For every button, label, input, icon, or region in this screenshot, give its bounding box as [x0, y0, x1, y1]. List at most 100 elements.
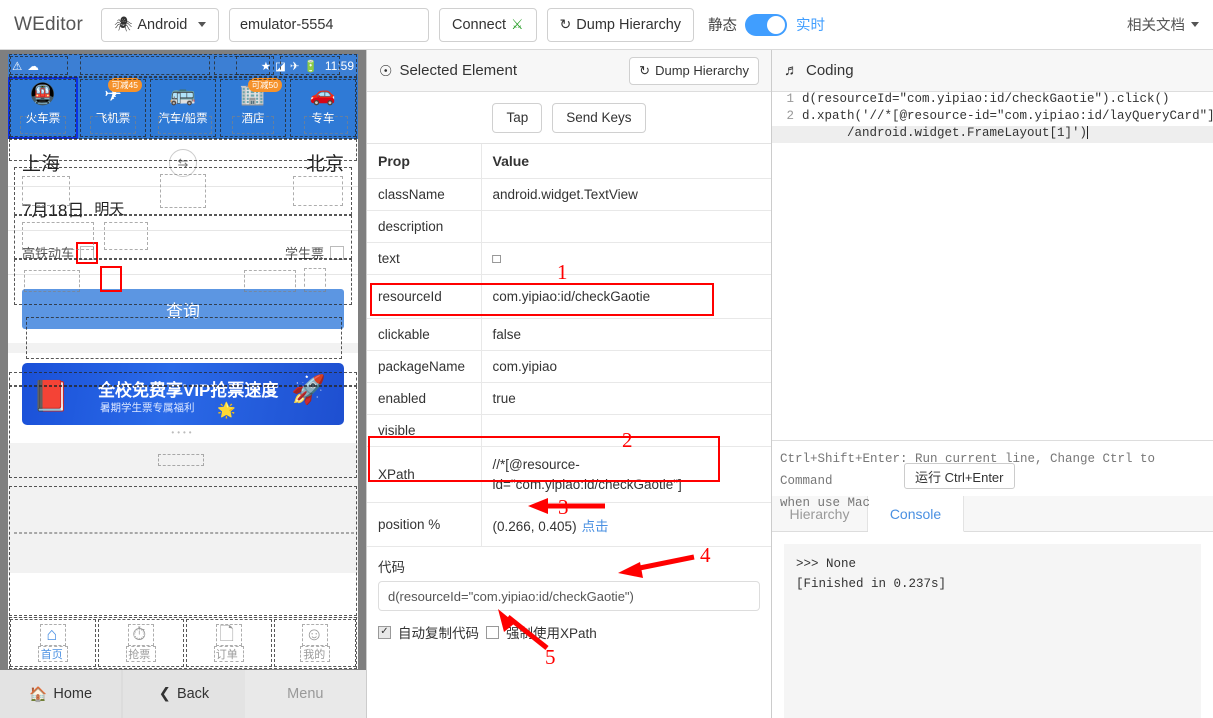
editor-line[interactable]: 2 d.xpath('//*[@resource-id="com.yipiao:… [772, 109, 1213, 126]
ad-subtitle: 暑期学生票专属福利 [100, 402, 195, 414]
gaotie-checkbox[interactable] [76, 241, 99, 264]
option-student[interactable]: 学生票 [285, 243, 344, 262]
table-row[interactable]: text □ [367, 242, 771, 275]
back-button[interactable]: ❮ Back [123, 670, 244, 718]
book-icon: 📕 [32, 380, 70, 413]
table-row[interactable]: enabled true [367, 382, 771, 415]
table-row[interactable]: description [367, 210, 771, 243]
console-line: [Finished in 0.237s] [796, 577, 947, 591]
option-gaotie-label: 高铁动车 [22, 246, 75, 261]
dump-hierarchy-label: Dump Hierarchy [576, 16, 682, 33]
home-button[interactable]: 🏠 Home [0, 670, 121, 718]
force-xpath-label: 强制使用XPath [506, 626, 597, 642]
line-text: d.xpath('//*[@resource-id="com.yipiao:id… [802, 109, 1213, 123]
ad-banner[interactable]: 📕 全校免费享VIP抢票速度 暑期学生票专属福利 🌟 🚀 [22, 363, 344, 425]
tab-label: 首页 [40, 649, 63, 661]
editor-line[interactable]: 1 d(resourceId="com.yipiao:id/checkGaoti… [772, 92, 1213, 109]
col-value: Value [481, 144, 771, 179]
table-row[interactable]: visible [367, 414, 771, 447]
category-label: 汽车/船票 [158, 113, 208, 125]
prop-key: className [367, 178, 482, 211]
auto-copy-checkbox[interactable]: ✓ [378, 625, 391, 639]
timer-icon: ⏱ [132, 624, 147, 644]
auto-copy-label: 自动复制代码 [398, 626, 479, 642]
send-keys-button[interactable]: Send Keys [552, 102, 646, 133]
dump-hierarchy-button[interactable]: ↻ Dump Hierarchy [546, 7, 695, 42]
query-button[interactable]: 查询 [22, 289, 344, 329]
category-car[interactable]: 🚗 专车 [288, 77, 358, 139]
dump-hierarchy-button-inspector[interactable]: ↻ Dump Hierarchy [629, 56, 759, 85]
tap-button[interactable]: Tap [492, 102, 543, 133]
category-bus[interactable]: 🚌 汽车/船票 [148, 77, 218, 139]
properties-table: Prop Value className android.widget.Text… [367, 144, 771, 548]
category-nav-row[interactable]: 🚇 火车票 可减45 ✈ 飞机票 🚌 汽车/船票 可减50 🏢 酒店 🚗 专车 [8, 77, 358, 139]
table-row-xpath[interactable]: XPath //*[@resource-id="com.yipiao:id/ch… [367, 446, 771, 504]
table-row[interactable]: className android.widget.TextView [367, 178, 771, 211]
prop-value: □ [481, 242, 771, 275]
category-plane[interactable]: 可减45 ✈ 飞机票 [78, 77, 148, 139]
prop-key: text [367, 242, 482, 275]
home-icon: 🏠 [29, 686, 48, 703]
line-text: /android.widget.FrameLayout[1]') [802, 126, 1088, 140]
prop-value: com.yipiao [481, 350, 771, 383]
device-screen-pane[interactable]: ⚠ ☁ ★ ◪ ✈ 🔋 11:59 🚇 火车票 可减45 ✈ 飞机票 🚌 汽车/… [0, 50, 366, 718]
console-output[interactable]: >>> None [Finished in 0.237s] [784, 544, 1201, 718]
generated-code-input[interactable]: d(resourceId="com.yipiao:id/checkGaotie"… [378, 581, 760, 612]
options-row[interactable]: 高铁动车 学生票 [8, 231, 358, 275]
live-mode-toggle[interactable] [745, 13, 788, 36]
date-row[interactable]: 7月18日 明天 [8, 187, 358, 231]
category-hotel[interactable]: 可减50 🏢 酒店 [218, 77, 288, 139]
tab-label: 我的 [303, 649, 326, 661]
prop-key: packageName [367, 350, 482, 383]
carousel-dots[interactable]: •••• [8, 428, 358, 437]
hardware-button-bar[interactable]: 🏠 Home ❮ Back Menu [0, 670, 366, 718]
connect-button[interactable]: Connect ⚔ [438, 7, 537, 42]
chevron-down-icon [1191, 22, 1199, 27]
table-row-position[interactable]: position % (0.266, 0.405) 点击 [367, 502, 771, 548]
ad-title: 全校免费享VIP抢票速度 [98, 381, 279, 400]
from-city[interactable]: 上海 [22, 149, 60, 176]
mode-static-label: 静态 [708, 18, 738, 34]
table-row-resourceid[interactable]: resourceId com.yipiao:id/checkGaotie [367, 274, 771, 319]
date-relative: 明天 [94, 201, 125, 218]
bottom-tabbar[interactable]: ⌂ 首页 ⏱ 抢票 🗋 订单 ☺ 我的 [8, 617, 358, 669]
back-chevron-icon: ❮ [158, 686, 171, 702]
city-row[interactable]: 上海 ⇆ 北京 [8, 139, 358, 187]
airplane-icon: ✈ [289, 60, 300, 73]
code-section-label: 代码 [378, 560, 405, 576]
platform-select[interactable]: 🕷 Android [100, 7, 219, 42]
tab-orders[interactable]: 🗋 订单 [183, 618, 271, 669]
swap-icon[interactable]: ⇆ [169, 148, 197, 177]
status-time: 11:59 [324, 58, 354, 73]
table-row[interactable]: packageName com.yipiao [367, 350, 771, 383]
editor-line-current[interactable]: /android.widget.FrameLayout[1]') [772, 126, 1213, 143]
tab-grab[interactable]: ⏱ 抢票 [96, 618, 184, 669]
option-gaotie[interactable]: 高铁动车 [22, 241, 99, 264]
phone-status-bar: ⚠ ☁ ★ ◪ ✈ 🔋 11:59 [8, 54, 358, 77]
editor-hint: Ctrl+Shift+Enter: Run current line, Chan… [772, 440, 1213, 510]
to-city[interactable]: 北京 [306, 149, 344, 176]
prop-value [481, 210, 771, 243]
category-train[interactable]: 🚇 火车票 [8, 77, 78, 139]
code-editor[interactable]: 1 d(resourceId="com.yipiao:id/checkGaoti… [772, 92, 1213, 440]
serial-input[interactable] [228, 7, 429, 42]
run-button[interactable]: 运行 Ctrl+Enter [904, 463, 1015, 489]
docs-link[interactable]: 相关文档 [1127, 14, 1199, 35]
prop-value [481, 414, 771, 447]
console-line: >>> None [796, 557, 857, 571]
app-title: WEditor [14, 13, 83, 35]
home-button-label: Home [53, 686, 93, 702]
device-screen[interactable]: ⚠ ☁ ★ ◪ ✈ 🔋 11:59 🚇 火车票 可减45 ✈ 飞机票 🚌 汽车/… [8, 54, 358, 669]
tab-home[interactable]: ⌂ 首页 [8, 618, 96, 669]
student-checkbox[interactable] [330, 245, 344, 260]
coding-pane: ♬ Coding 1 d(resourceId="com.yipiao:id/c… [772, 50, 1213, 718]
menu-button[interactable]: Menu [244, 670, 366, 718]
position-click-link[interactable]: 点击 [582, 519, 609, 534]
prop-key: enabled [367, 382, 482, 415]
force-xpath-checkbox[interactable] [486, 625, 499, 639]
tab-mine[interactable]: ☺ 我的 [271, 618, 359, 669]
inspector-header: ☉ Selected Element ↻ Dump Hierarchy [367, 50, 771, 92]
table-row[interactable]: clickable false [367, 318, 771, 351]
category-label: 酒店 [241, 113, 265, 125]
prop-key: description [367, 210, 482, 243]
